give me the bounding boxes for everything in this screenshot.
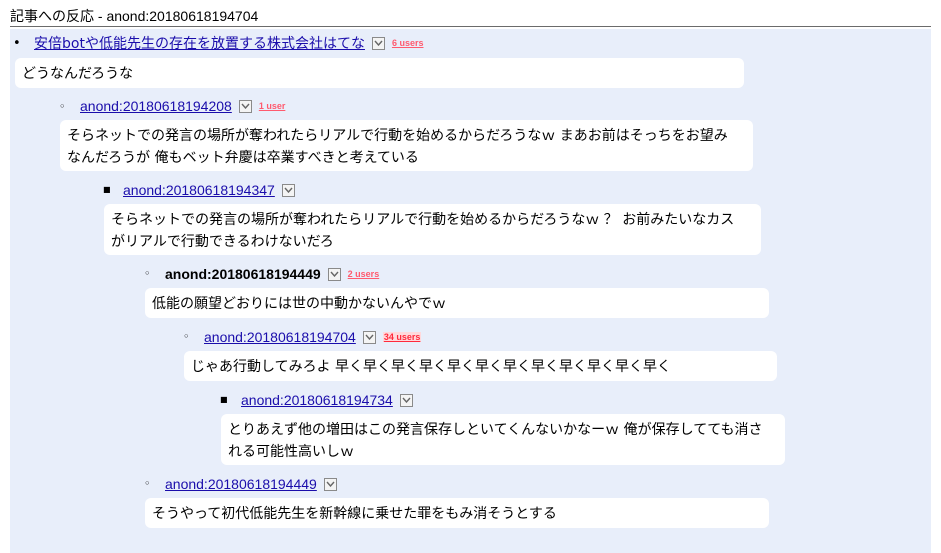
comment-body: そうやって初代低能先生を新幹線に乗せた罪をもみ消そうとする — [145, 498, 769, 528]
entry-header: anond:20180618194347 — [123, 180, 295, 200]
disc-bullet-icon: • — [13, 36, 21, 51]
entry-link[interactable]: anond:20180618194347 — [123, 182, 275, 198]
circle-bullet-icon: ◦ — [59, 100, 66, 113]
comment-line: そうやって初代低能先生を新幹線に乗せた罪をもみ消そうとする — [152, 506, 557, 522]
chevron-down-icon[interactable] — [362, 330, 376, 344]
comment-line: れる可能性高いしｗ — [228, 444, 354, 460]
current-entry-id: anond:20180618194449 — [165, 266, 321, 282]
entry-header: anond:20180618194449 2 users — [165, 264, 379, 284]
bookmark-users-badge[interactable]: 1 user — [259, 101, 286, 111]
comment-body: そらネットでの発言の場所が奪われたらリアルで行動を始めるからだろうなｗ ？ お前… — [104, 204, 761, 255]
entry-header: 安倍botや低能先生の存在を放置する株式会社はてな 6 users — [34, 33, 423, 53]
header-anond-id: anond:20180618194704 — [106, 8, 259, 24]
comment-line: じゃあ行動してみろよ 早く早く早く早く早く早く早く早く早く早く早く早く — [191, 359, 672, 375]
comment-body: そらネットでの発言の場所が奪われたらリアルで行動を始めるからだろうなｗ まあお前… — [60, 120, 753, 171]
page-title: 記事への反応 — [10, 9, 94, 25]
entry-link[interactable]: anond:20180618194208 — [80, 98, 232, 114]
comment-body: どうなんだろうな — [15, 58, 744, 88]
chevron-down-icon[interactable] — [281, 183, 295, 197]
bookmark-users-badge[interactable]: 2 users — [348, 269, 380, 279]
chevron-down-icon[interactable] — [323, 477, 337, 491]
comment-line: どうなんだろうな — [22, 66, 134, 82]
entry-link[interactable]: anond:20180618194449 — [165, 476, 317, 492]
comment-line: がリアルで行動できるわけないだろ — [111, 234, 334, 250]
chevron-down-icon[interactable] — [238, 99, 252, 113]
comment-body: 低能の願望どおりには世の中動かないんやでｗ — [145, 288, 769, 318]
chevron-down-icon[interactable] — [399, 393, 413, 407]
entry-link[interactable]: 安倍botや低能先生の存在を放置する株式会社はてな — [34, 33, 365, 53]
comment-body: じゃあ行動してみろよ 早く早く早く早く早く早く早く早く早く早く早く早く — [184, 351, 777, 381]
comment-line: とりあえず他の増田はこの発言保存しといてくんないかなーｗ 俺が保存してても消さ — [228, 422, 763, 438]
entry-link[interactable]: anond:20180618194734 — [241, 392, 393, 408]
bookmark-users-badge[interactable]: 34 users — [382, 332, 422, 342]
comment-line: そらネットでの発言の場所が奪われたらリアルで行動を始めるからだろうなｗ ？ お前… — [111, 212, 735, 228]
bookmark-users-badge[interactable]: 6 users — [392, 38, 424, 48]
circle-bullet-icon: ◦ — [144, 267, 151, 280]
entry-header: anond:20180618194449 — [165, 474, 337, 494]
comment-line: そらネットでの発言の場所が奪われたらリアルで行動を始めるからだろうなｗ まあお前… — [67, 128, 728, 144]
entry-link[interactable]: anond:20180618194704 — [204, 329, 356, 345]
square-bullet-icon: ■ — [220, 395, 228, 404]
title-separator: - — [94, 8, 107, 24]
square-bullet-icon: ■ — [103, 185, 111, 194]
circle-bullet-icon: ◦ — [144, 477, 151, 490]
comment-line: 低能の願望どおりには世の中動かないんやでｗ — [152, 296, 446, 312]
entry-header: anond:20180618194208 1 user — [80, 96, 285, 116]
circle-bullet-icon: ◦ — [183, 330, 190, 343]
chevron-down-icon[interactable] — [371, 36, 385, 50]
entry-header: anond:20180618194734 — [241, 390, 413, 410]
page-header: 記事への反応 - anond:20180618194704 — [10, 8, 931, 27]
comment-line: なんだろうが 俺もベット弁慶は卒業すべきと考えている — [67, 150, 419, 166]
chevron-down-icon[interactable] — [327, 267, 341, 281]
comment-body: とりあえず他の増田はこの発言保存しといてくんないかなーｗ 俺が保存してても消さ … — [221, 414, 785, 465]
entry-header: anond:20180618194704 34 users — [204, 327, 422, 347]
